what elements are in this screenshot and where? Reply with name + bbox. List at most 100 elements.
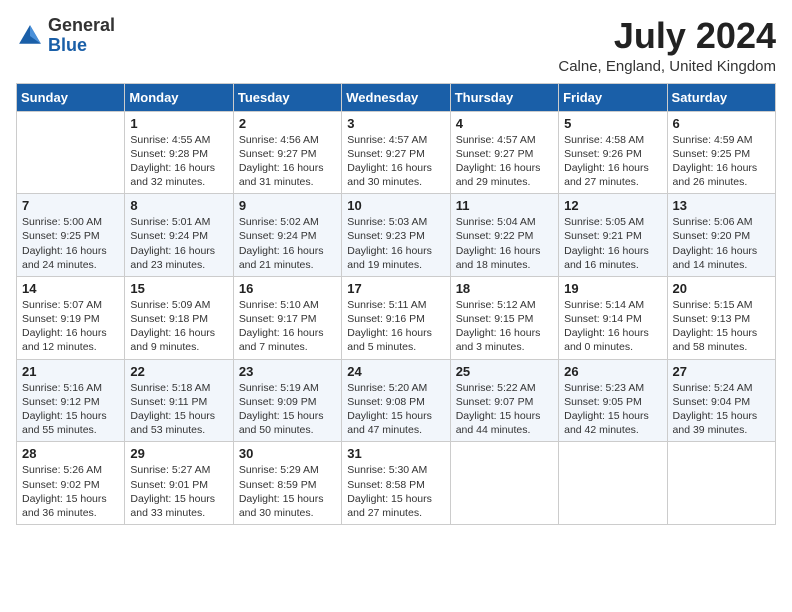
day-info: Sunrise: 5:16 AM Sunset: 9:12 PM Dayligh… [22, 381, 119, 438]
day-info: Sunrise: 5:09 AM Sunset: 9:18 PM Dayligh… [130, 298, 227, 355]
day-number: 27 [673, 364, 770, 379]
day-number: 31 [347, 446, 444, 461]
calendar-week-row: 28 Sunrise: 5:26 AM Sunset: 9:02 PM Dayli… [17, 442, 776, 525]
calendar-table: SundayMondayTuesdayWednesdayThursdayFrid… [16, 83, 776, 525]
calendar-cell: 5Sunrise: 4:58 AM Sunset: 9:26 PM Daylig… [559, 111, 667, 194]
day-number: 29 [130, 446, 227, 461]
weekday-header: Thursday [450, 83, 558, 111]
day-info: Sunrise: 5:04 AM Sunset: 9:22 PM Dayligh… [456, 215, 553, 272]
day-number: 14 [22, 281, 119, 296]
day-number: 23 [239, 364, 336, 379]
day-number: 30 [239, 446, 336, 461]
calendar-cell: 23 Sunrise: 5:19 AM Sunset: 9:09 PM Dayli… [233, 359, 341, 442]
calendar-cell: 1Sunrise: 4:55 AM Sunset: 9:28 PM Daylig… [125, 111, 233, 194]
calendar-cell: 15 Sunrise: 5:09 AM Sunset: 9:18 PM Dayli… [125, 276, 233, 359]
day-info: Sunrise: 5:29 AM Sunset: 8:59 PM Dayligh… [239, 463, 336, 520]
weekday-header: Wednesday [342, 83, 450, 111]
day-info: Sunrise: 5:07 AM Sunset: 9:19 PM Dayligh… [22, 298, 119, 355]
calendar-week-row: 1Sunrise: 4:55 AM Sunset: 9:28 PM Daylig… [17, 111, 776, 194]
day-info: Sunrise: 4:58 AM Sunset: 9:26 PM Dayligh… [564, 133, 661, 190]
day-info: Sunrise: 5:01 AM Sunset: 9:24 PM Dayligh… [130, 215, 227, 272]
calendar-week-row: 7 Sunrise: 5:00 AM Sunset: 9:25 PM Daylig… [17, 194, 776, 277]
calendar-cell: 28 Sunrise: 5:26 AM Sunset: 9:02 PM Dayli… [17, 442, 125, 525]
logo-blue-text: Blue [48, 35, 87, 55]
calendar-cell: 10 Sunrise: 5:03 AM Sunset: 9:23 PM Dayli… [342, 194, 450, 277]
calendar-cell: 19 Sunrise: 5:14 AM Sunset: 9:14 PM Dayli… [559, 276, 667, 359]
day-number: 25 [456, 364, 553, 379]
day-info: Sunrise: 5:05 AM Sunset: 9:21 PM Dayligh… [564, 215, 661, 272]
calendar-cell: 8 Sunrise: 5:01 AM Sunset: 9:24 PM Daylig… [125, 194, 233, 277]
calendar-cell: 24 Sunrise: 5:20 AM Sunset: 9:08 PM Dayli… [342, 359, 450, 442]
calendar-cell: 26 Sunrise: 5:23 AM Sunset: 9:05 PM Dayli… [559, 359, 667, 442]
location-text: Calne, England, United Kingdom [558, 58, 776, 75]
calendar-cell: 25 Sunrise: 5:22 AM Sunset: 9:07 PM Dayli… [450, 359, 558, 442]
calendar-cell: 18 Sunrise: 5:12 AM Sunset: 9:15 PM Dayli… [450, 276, 558, 359]
day-info: Sunrise: 5:22 AM Sunset: 9:07 PM Dayligh… [456, 381, 553, 438]
day-number: 10 [347, 198, 444, 213]
day-info: Sunrise: 5:23 AM Sunset: 9:05 PM Dayligh… [564, 381, 661, 438]
day-number: 16 [239, 281, 336, 296]
calendar-cell [667, 442, 775, 525]
calendar-cell: 22 Sunrise: 5:18 AM Sunset: 9:11 PM Dayli… [125, 359, 233, 442]
day-number: 15 [130, 281, 227, 296]
weekday-header: Tuesday [233, 83, 341, 111]
day-number: 4 [456, 116, 553, 131]
day-info: Sunrise: 5:24 AM Sunset: 9:04 PM Dayligh… [673, 381, 770, 438]
weekday-header-row: SundayMondayTuesdayWednesdayThursdayFrid… [17, 83, 776, 111]
calendar-cell: 21 Sunrise: 5:16 AM Sunset: 9:12 PM Dayli… [17, 359, 125, 442]
day-info: Sunrise: 4:57 AM Sunset: 9:27 PM Dayligh… [456, 133, 553, 190]
day-info: Sunrise: 5:15 AM Sunset: 9:13 PM Dayligh… [673, 298, 770, 355]
day-number: 18 [456, 281, 553, 296]
day-number: 21 [22, 364, 119, 379]
day-info: Sunrise: 5:27 AM Sunset: 9:01 PM Dayligh… [130, 463, 227, 520]
logo-icon [16, 22, 44, 50]
calendar-cell: 2Sunrise: 4:56 AM Sunset: 9:27 PM Daylig… [233, 111, 341, 194]
calendar-cell: 9Sunrise: 5:02 AM Sunset: 9:24 PM Daylig… [233, 194, 341, 277]
weekday-header: Monday [125, 83, 233, 111]
day-info: Sunrise: 5:11 AM Sunset: 9:16 PM Dayligh… [347, 298, 444, 355]
day-info: Sunrise: 5:03 AM Sunset: 9:23 PM Dayligh… [347, 215, 444, 272]
day-number: 22 [130, 364, 227, 379]
day-info: Sunrise: 5:14 AM Sunset: 9:14 PM Dayligh… [564, 298, 661, 355]
day-number: 11 [456, 198, 553, 213]
calendar-cell: 13Sunrise: 5:06 AM Sunset: 9:20 PM Dayli… [667, 194, 775, 277]
day-number: 24 [347, 364, 444, 379]
day-info: Sunrise: 5:19 AM Sunset: 9:09 PM Dayligh… [239, 381, 336, 438]
day-info: Sunrise: 5:26 AM Sunset: 9:02 PM Dayligh… [22, 463, 119, 520]
day-number: 7 [22, 198, 119, 213]
day-number: 20 [673, 281, 770, 296]
calendar-cell: 30 Sunrise: 5:29 AM Sunset: 8:59 PM Dayli… [233, 442, 341, 525]
day-number: 8 [130, 198, 227, 213]
day-info: Sunrise: 5:12 AM Sunset: 9:15 PM Dayligh… [456, 298, 553, 355]
calendar-cell: 17Sunrise: 5:11 AM Sunset: 9:16 PM Dayli… [342, 276, 450, 359]
day-info: Sunrise: 5:20 AM Sunset: 9:08 PM Dayligh… [347, 381, 444, 438]
weekday-header: Saturday [667, 83, 775, 111]
calendar-cell: 27 Sunrise: 5:24 AM Sunset: 9:04 PM Dayli… [667, 359, 775, 442]
calendar-cell [17, 111, 125, 194]
day-info: Sunrise: 5:18 AM Sunset: 9:11 PM Dayligh… [130, 381, 227, 438]
calendar-cell: 6Sunrise: 4:59 AM Sunset: 9:25 PM Daylig… [667, 111, 775, 194]
day-number: 12 [564, 198, 661, 213]
day-info: Sunrise: 5:30 AM Sunset: 8:58 PM Dayligh… [347, 463, 444, 520]
calendar-cell: 3 Sunrise: 4:57 AM Sunset: 9:27 PM Daylig… [342, 111, 450, 194]
day-number: 2 [239, 116, 336, 131]
day-info: Sunrise: 5:06 AM Sunset: 9:20 PM Dayligh… [673, 215, 770, 272]
calendar-cell: 14 Sunrise: 5:07 AM Sunset: 9:19 PM Dayli… [17, 276, 125, 359]
calendar-cell: 20 Sunrise: 5:15 AM Sunset: 9:13 PM Dayli… [667, 276, 775, 359]
day-number: 3 [347, 116, 444, 131]
calendar-cell: 7 Sunrise: 5:00 AM Sunset: 9:25 PM Daylig… [17, 194, 125, 277]
day-number: 19 [564, 281, 661, 296]
day-info: Sunrise: 4:59 AM Sunset: 9:25 PM Dayligh… [673, 133, 770, 190]
day-number: 26 [564, 364, 661, 379]
page-header: General Blue July 2024 Calne, England, U… [16, 16, 776, 75]
day-info: Sunrise: 4:57 AM Sunset: 9:27 PM Dayligh… [347, 133, 444, 190]
title-block: July 2024 Calne, England, United Kingdom [558, 16, 776, 75]
day-info: Sunrise: 5:10 AM Sunset: 9:17 PM Dayligh… [239, 298, 336, 355]
calendar-cell: 16 Sunrise: 5:10 AM Sunset: 9:17 PM Dayli… [233, 276, 341, 359]
day-number: 28 [22, 446, 119, 461]
calendar-cell [559, 442, 667, 525]
logo: General Blue [16, 16, 115, 56]
day-info: Sunrise: 5:00 AM Sunset: 9:25 PM Dayligh… [22, 215, 119, 272]
calendar-cell [450, 442, 558, 525]
calendar-cell: 31 Sunrise: 5:30 AM Sunset: 8:58 PM Dayli… [342, 442, 450, 525]
